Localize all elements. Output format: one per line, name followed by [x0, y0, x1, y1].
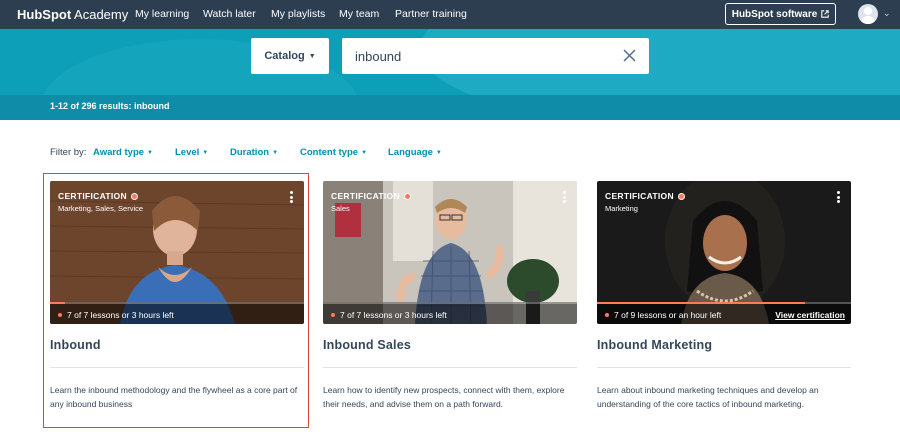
close-icon[interactable] — [622, 48, 637, 63]
filter-award-type[interactable]: Award type ▼ — [93, 147, 153, 158]
progress-bar — [323, 302, 577, 304]
hubspot-software-label: HubSpot software — [731, 8, 818, 20]
divider — [597, 367, 851, 368]
nav-my-playlists[interactable]: My playlists — [271, 8, 325, 20]
nav-my-team[interactable]: My team — [339, 8, 379, 20]
certification-icon — [130, 192, 138, 200]
course-description: Learn about inbound marketing techniques… — [597, 385, 819, 409]
filter-content-type[interactable]: Content type ▼ — [300, 147, 367, 158]
results-count: 1-12 of 296 results: inbound — [50, 101, 170, 111]
divider — [50, 367, 304, 368]
view-certification-link[interactable]: View certification — [775, 310, 845, 320]
progress-bar — [50, 302, 304, 304]
nav-watch-later[interactable]: Watch later — [203, 8, 256, 20]
caret-down-icon: ▼ — [308, 52, 316, 60]
top-nav: HubSpot Academy My learning Watch later … — [0, 0, 900, 29]
search-hero: Catalog ▼ 1-12 of 296 results: inbound — [0, 29, 900, 120]
course-title[interactable]: Inbound Sales — [323, 338, 411, 352]
progress-text: 7 of 7 lessons or 3 hours left — [331, 310, 447, 320]
hubspot-software-button[interactable]: HubSpot software — [725, 3, 836, 25]
divider — [323, 367, 577, 368]
course-description: Learn the inbound methodology and the fl… — [50, 385, 298, 409]
course-title[interactable]: Inbound — [50, 338, 101, 352]
course-description: Learn how to identify new prospects, con… — [323, 385, 565, 409]
search-box — [342, 38, 649, 74]
status-dot-icon — [58, 313, 62, 317]
course-thumbnail[interactable]: CERTIFICATION Marketing, Sales, Service … — [50, 181, 304, 324]
certification-badge: CERTIFICATION — [605, 191, 685, 201]
status-dot-icon — [605, 313, 609, 317]
external-link-icon — [821, 10, 830, 18]
more-options-icon[interactable] — [837, 191, 841, 203]
filter-label: Filter by: — [50, 147, 87, 158]
course-topics: Sales — [331, 204, 350, 213]
catalog-dropdown[interactable]: Catalog ▼ — [251, 38, 329, 74]
catalog-label: Catalog — [264, 50, 305, 62]
filter-duration[interactable]: Duration ▼ — [230, 147, 278, 158]
progress-text: 7 of 9 lessons or an hour left — [605, 310, 721, 320]
course-topics: Marketing, Sales, Service — [58, 204, 144, 213]
filter-level[interactable]: Level ▼ — [175, 147, 208, 158]
more-options-icon[interactable] — [290, 191, 294, 203]
course-thumbnail[interactable]: CERTIFICATION Sales 7 of 7 lessons or 3 … — [323, 181, 577, 324]
nav-partner-training[interactable]: Partner training — [395, 8, 467, 20]
certification-badge: CERTIFICATION — [331, 191, 411, 201]
course-thumbnail[interactable]: CERTIFICATION Marketing 7 of 9 lessons o… — [597, 181, 851, 324]
certification-icon — [403, 192, 411, 200]
course-title[interactable]: Inbound Marketing — [597, 338, 712, 352]
chevron-down-icon[interactable]: ⌄ — [883, 8, 891, 19]
course-topics: Marketing — [605, 204, 638, 213]
more-options-icon[interactable] — [563, 191, 567, 203]
search-input[interactable] — [355, 48, 595, 64]
brand-logo[interactable]: HubSpot Academy — [17, 7, 128, 22]
progress-fill — [597, 302, 806, 304]
progress-text: 7 of 7 lessons or 3 hours left — [58, 310, 174, 320]
user-avatar[interactable] — [858, 4, 878, 24]
nav-my-learning[interactable]: My learning — [135, 8, 189, 20]
progress-fill — [50, 302, 66, 304]
filter-language[interactable]: Language ▼ — [388, 147, 442, 158]
certification-badge: CERTIFICATION — [58, 191, 138, 201]
status-dot-icon — [331, 313, 335, 317]
certification-icon — [677, 192, 685, 200]
progress-bar — [597, 302, 851, 304]
